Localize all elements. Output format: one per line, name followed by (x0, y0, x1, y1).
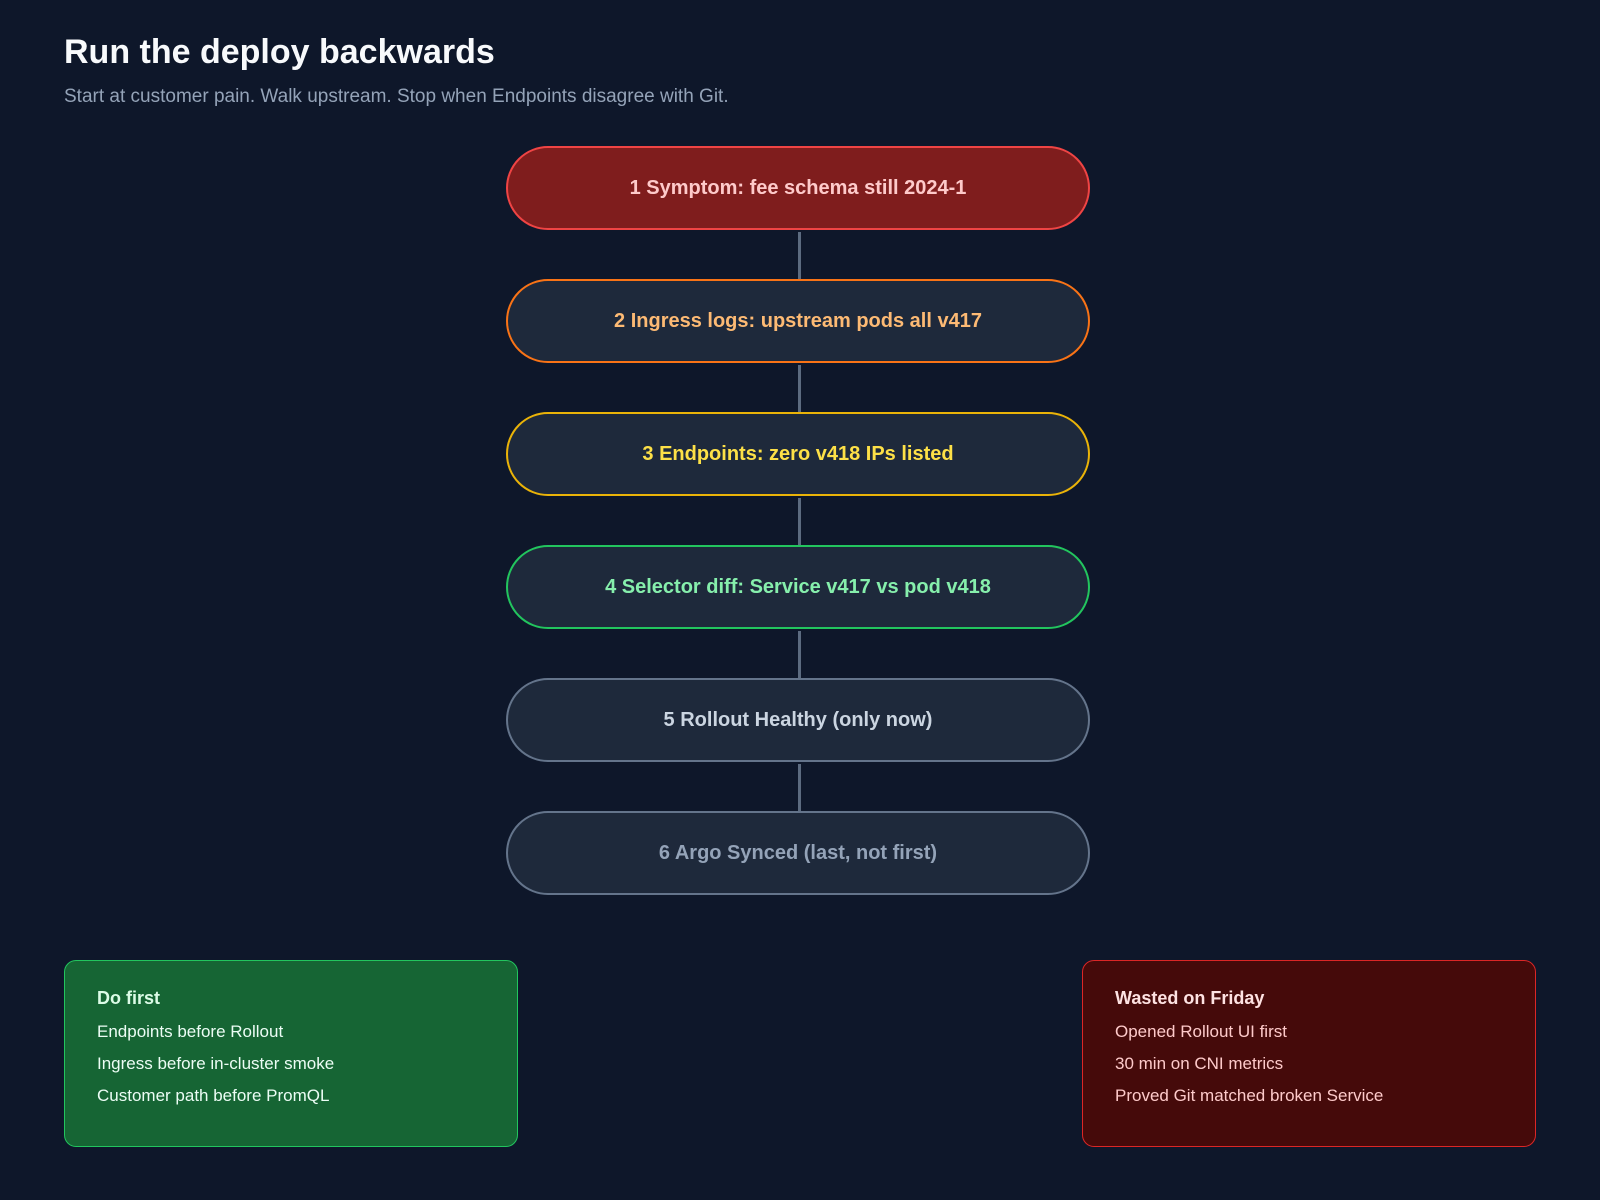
flow-step-argo: 6 Argo Synced (last, not first) (506, 811, 1090, 895)
flow-step-label: 2 Ingress logs: upstream pods all v417 (614, 309, 982, 332)
wasted-card: Wasted on Friday Opened Rollout UI first… (1082, 960, 1536, 1147)
do-first-list: Endpoints before Rollout Ingress before … (97, 1016, 485, 1112)
flow-step-label: 1 Symptom: fee schema still 2024-1 (629, 176, 967, 199)
flow-step-endpoints: 3 Endpoints: zero v418 IPs listed (506, 412, 1090, 496)
list-item: Customer path before PromQL (97, 1086, 330, 1105)
connector-3-4 (798, 498, 801, 546)
list-item: Proved Git matched broken Service (1115, 1086, 1384, 1105)
connector-2-3 (798, 365, 801, 413)
flow-step-rollout: 5 Rollout Healthy (only now) (506, 678, 1090, 762)
connector-4-5 (798, 631, 801, 679)
flow-step-label: 6 Argo Synced (last, not first) (658, 841, 938, 864)
list-item: Ingress before in-cluster smoke (97, 1054, 335, 1073)
flow-step-symptom: 1 Symptom: fee schema still 2024-1 (506, 146, 1090, 230)
wasted-list: Opened Rollout UI first 30 min on CNI me… (1115, 1016, 1503, 1112)
flow-step-label: 4 Selector diff: Service v417 vs pod v41… (605, 575, 991, 598)
list-item: Endpoints before Rollout (97, 1022, 284, 1041)
flow-step-ingress-logs: 2 Ingress logs: upstream pods all v417 (506, 279, 1090, 363)
flow-step-label: 3 Endpoints: zero v418 IPs listed (642, 442, 954, 465)
flow-step-selector-diff: 4 Selector diff: Service v417 vs pod v41… (506, 545, 1090, 629)
list-item: 30 min on CNI metrics (1115, 1054, 1284, 1073)
do-first-card: Do first Endpoints before Rollout Ingres… (64, 960, 518, 1147)
connector-1-2 (798, 232, 801, 280)
connector-5-6 (798, 764, 801, 812)
list-item: Opened Rollout UI first (1115, 1022, 1287, 1041)
do-first-title: Do first (97, 988, 160, 1008)
wasted-title: Wasted on Friday (1115, 988, 1265, 1008)
flow-step-label: 5 Rollout Healthy (only now) (663, 708, 933, 731)
